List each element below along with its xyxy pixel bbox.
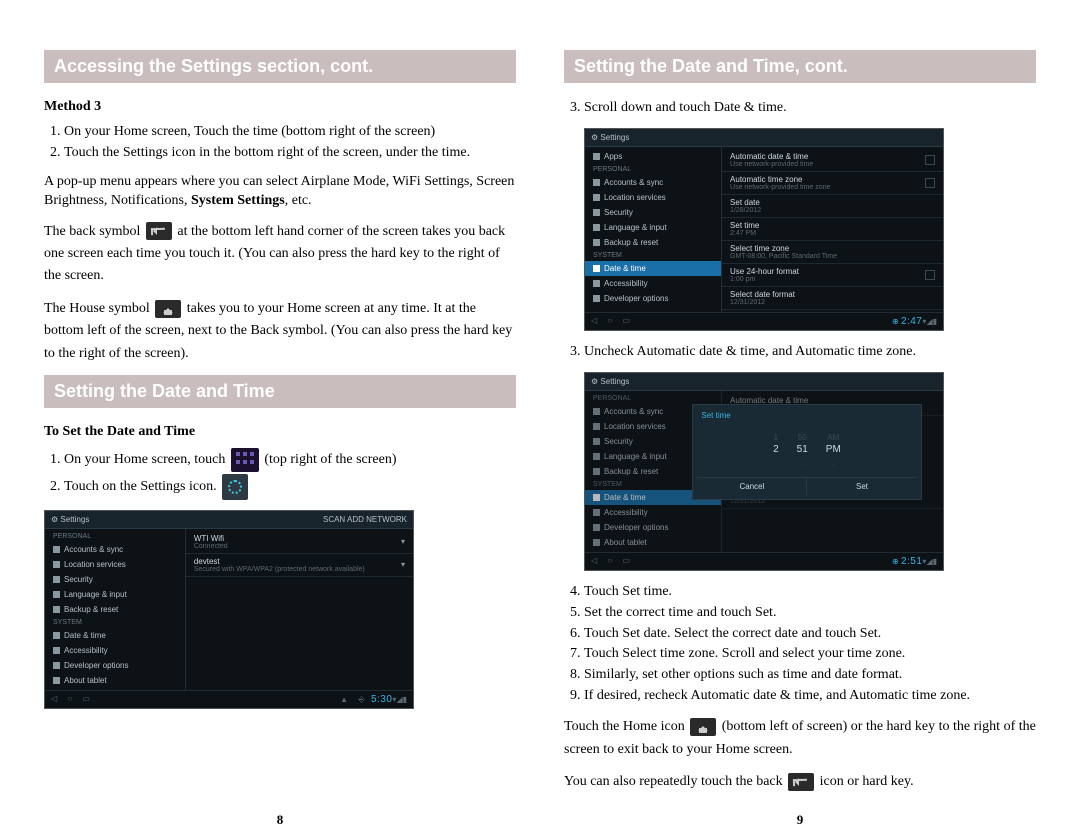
- section-header-datetime-cont: Setting the Date and Time, cont.: [564, 50, 1036, 83]
- step4: Touch Set time.: [584, 583, 1036, 602]
- back-symbol-para: The back symbol at the bottom left hand …: [44, 221, 516, 288]
- toset-step2: Touch on the Settings icon.: [64, 474, 516, 500]
- ss3-title: ⚙ Settings: [591, 377, 629, 386]
- toset-steps: On your Home screen, touch (top right of…: [44, 448, 516, 500]
- m3-popup-text: A pop-up menu appears where you can sele…: [44, 173, 516, 211]
- ss1-title: ⚙ Settings: [51, 515, 89, 524]
- back-repeat-para: You can also repeatedly touch the back i…: [564, 771, 1036, 793]
- page-number-right: 9: [540, 812, 1060, 828]
- method-label: Method 3: [44, 99, 516, 115]
- screenshot-set-time-dialog: ⚙ Settings PERSONAL Accounts & sync Loca…: [584, 372, 944, 571]
- back-icon: [788, 773, 814, 791]
- set-time-dialog: Set time 12. 5051. AMPM. Cancel Set: [692, 404, 921, 499]
- ss2-title: ⚙ Settings: [591, 133, 629, 142]
- settings-icon: [222, 474, 248, 500]
- right-steps-first: Scroll down and touch Date & time.: [564, 99, 1036, 118]
- screenshot-date-time-list: ⚙ Settings Apps PERSONAL Accounts & sync…: [584, 128, 944, 331]
- toset-step1: On your Home screen, touch (top right of…: [64, 448, 516, 472]
- method3-steps: On your Home screen, Touch the time (bot…: [44, 123, 516, 163]
- ss1-nav-icons: ◁ ○ ▭: [51, 694, 94, 705]
- section-header-accessing: Accessing the Settings section, cont.: [44, 50, 516, 83]
- step8: Similarly, set other options such as tim…: [584, 666, 1036, 685]
- home-icon: [690, 718, 716, 736]
- document-spread: Accessing the Settings section, cont. Me…: [0, 0, 1080, 834]
- m3-step2: Touch the Settings icon in the bottom ri…: [64, 144, 516, 163]
- step7: Touch Select time zone. Scroll and selec…: [584, 645, 1036, 664]
- house-symbol-para: The House symbol takes you to your Home …: [44, 298, 516, 365]
- back-icon: [146, 222, 172, 240]
- step5: Set the correct time and touch Set.: [584, 604, 1036, 623]
- page-number-left: 8: [20, 812, 540, 828]
- home-icon: [155, 300, 181, 318]
- screenshot-wifi-settings: ⚙ Settings SCAN ADD NETWORK PERSONAL Acc…: [44, 510, 414, 709]
- apps-grid-icon: [231, 448, 259, 472]
- toset-label: To Set the Date and Time: [44, 424, 516, 440]
- step9: If desired, recheck Automatic date & tim…: [584, 687, 1036, 706]
- section-header-datetime: Setting the Date and Time: [44, 375, 516, 408]
- page-left: Accessing the Settings section, cont. Me…: [20, 30, 540, 834]
- m3-step1: On your Home screen, Touch the time (bot…: [64, 123, 516, 142]
- ss1-actions: SCAN ADD NETWORK: [323, 515, 407, 524]
- dialog-set: Set: [807, 478, 916, 495]
- right-steps-3b: Uncheck Automatic date & time, and Autom…: [564, 343, 1036, 362]
- dialog-cancel: Cancel: [697, 478, 807, 495]
- step3: Scroll down and touch Date & time.: [584, 99, 1036, 118]
- home-exit-para: Touch the Home icon (bottom left of scre…: [564, 716, 1036, 761]
- page-right: Setting the Date and Time, cont. Scroll …: [540, 30, 1060, 834]
- step3b: Uncheck Automatic date & time, and Autom…: [584, 343, 1036, 362]
- right-steps-rest: Touch Set time. Set the correct time and…: [564, 583, 1036, 706]
- step6: Touch Set date. Select the correct date …: [584, 625, 1036, 644]
